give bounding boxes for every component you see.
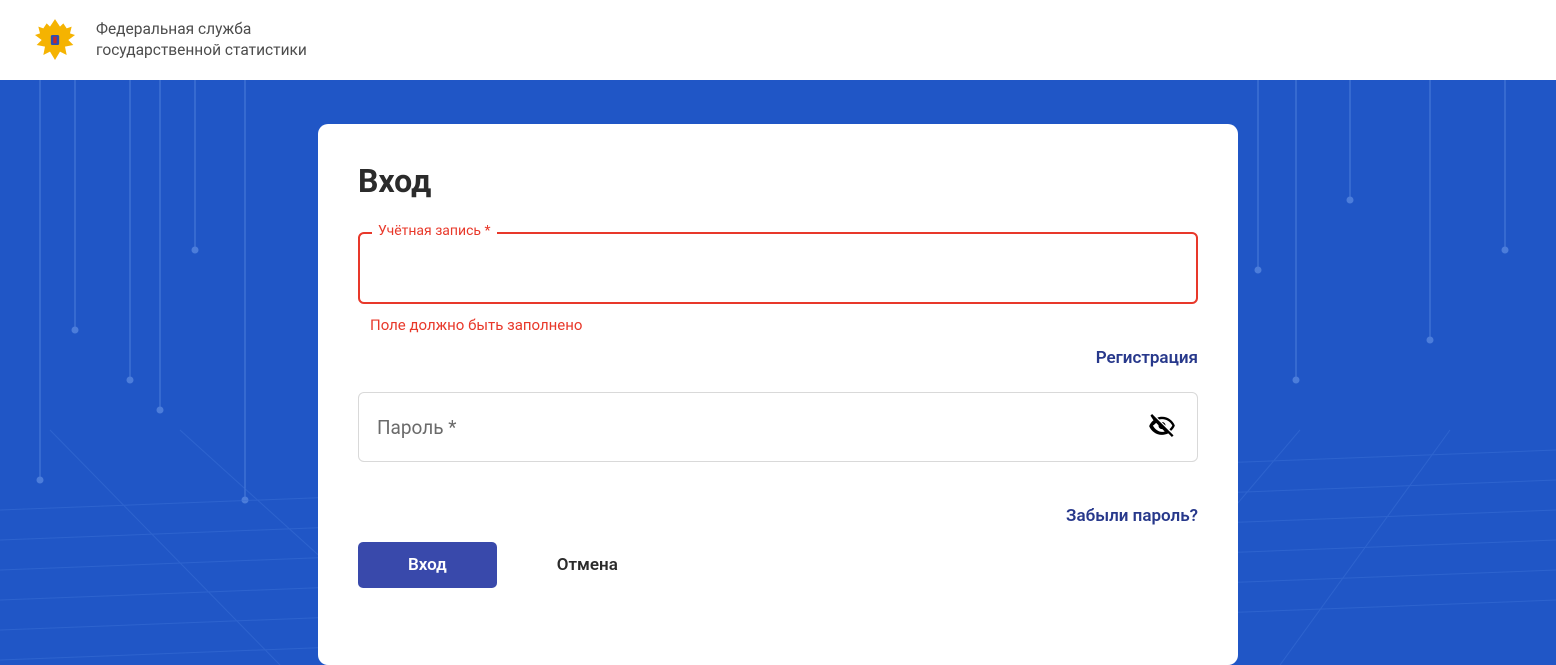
org-name: Федеральная служба государственной стати… [96,19,307,61]
cancel-button[interactable]: Отмена [557,555,618,575]
forgot-row: Забыли пароль? [358,506,1198,526]
org-name-line2: государственной статистики [96,40,307,61]
toggle-password-visibility-button[interactable] [1142,406,1182,449]
login-title: Вход [358,162,1198,200]
register-row: Регистрация [358,348,1198,368]
account-input[interactable] [358,232,1198,304]
password-field-wrapper [358,392,1198,462]
emblem-icon [30,15,80,65]
login-background: Вход Учётная запись * Поле должно быть з… [0,80,1556,665]
forgot-password-link[interactable]: Забыли пароль? [1066,506,1198,526]
account-label: Учётная запись * [372,223,497,239]
account-field-wrapper: Учётная запись * [358,232,1198,304]
action-row: Вход Отмена [358,542,1198,588]
register-link[interactable]: Регистрация [1096,348,1198,368]
eye-off-icon [1148,412,1176,443]
account-error-text: Поле должно быть заполнено [370,316,1198,334]
org-name-line1: Федеральная служба [96,19,307,40]
login-card: Вход Учётная запись * Поле должно быть з… [318,124,1238,665]
app-header: Федеральная служба государственной стати… [0,0,1556,80]
password-input[interactable] [358,392,1198,462]
login-button[interactable]: Вход [358,542,497,588]
